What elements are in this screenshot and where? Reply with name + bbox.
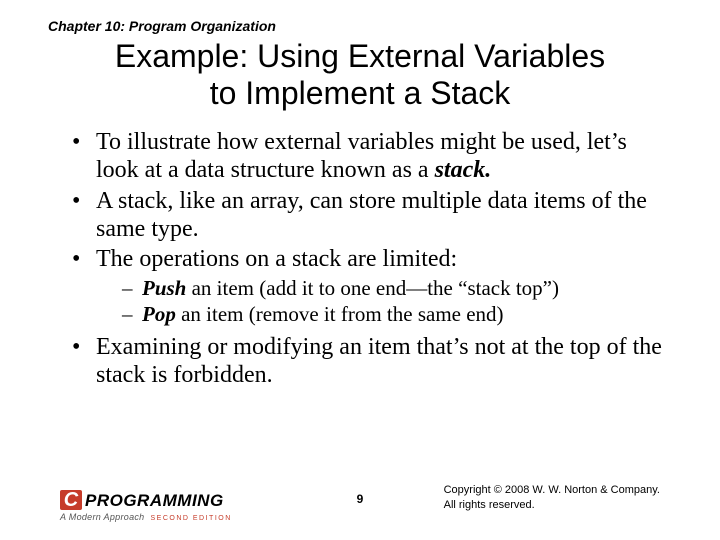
slide: Chapter 10: Program Organization Example…	[0, 0, 720, 540]
chapter-label: Chapter 10: Program Organization	[48, 18, 276, 34]
copyright-line-2: All rights reserved.	[444, 499, 535, 511]
sub-bullet-text: an item (add it to one end—the “stack to…	[186, 276, 559, 300]
slide-footer: C PROGRAMMING A Modern ApproachSECOND ED…	[0, 478, 720, 528]
bullet-item: A stack, like an array, can store multip…	[68, 187, 668, 244]
bullet-text: The operations on a stack are limited:	[96, 246, 457, 272]
bullet-emphasis: stack.	[435, 157, 492, 183]
slide-title: Example: Using External Variables to Imp…	[0, 38, 720, 112]
logo-edition: SECOND EDITION	[150, 515, 231, 522]
bullet-item: Examining or modifying an item that’s no…	[68, 333, 668, 390]
sub-bullet-text: an item (remove it from the same end)	[176, 302, 504, 326]
copyright-line-1: Copyright © 2008 W. W. Norton & Company.	[444, 484, 660, 496]
title-line-2: to Implement a Stack	[210, 75, 511, 111]
sub-bullet-emphasis: Push	[142, 276, 186, 300]
logo-sub-text: A Modern Approach	[60, 512, 144, 522]
copyright: Copyright © 2008 W. W. Norton & Company.…	[444, 483, 660, 512]
bullet-text: Examining or modifying an item that’s no…	[96, 334, 662, 388]
bullet-text: To illustrate how external variables mig…	[96, 129, 627, 183]
sub-bullet-item: Pop an item (remove it from the same end…	[122, 302, 668, 327]
bullet-item: To illustrate how external variables mig…	[68, 128, 668, 185]
bullet-item: The operations on a stack are limited: P…	[68, 245, 668, 327]
sub-bullet-emphasis: Pop	[142, 302, 176, 326]
bullet-list: To illustrate how external variables mig…	[68, 128, 668, 390]
sub-bullet-item: Push an item (add it to one end—the “sta…	[122, 276, 668, 301]
title-line-1: Example: Using External Variables	[115, 38, 605, 74]
sub-bullet-list: Push an item (add it to one end—the “sta…	[96, 276, 668, 328]
slide-body: To illustrate how external variables mig…	[68, 128, 668, 392]
logo-subtitle: A Modern Approach SECOND EDITION	[60, 512, 232, 522]
bullet-text: A stack, like an array, can store multip…	[96, 188, 647, 242]
